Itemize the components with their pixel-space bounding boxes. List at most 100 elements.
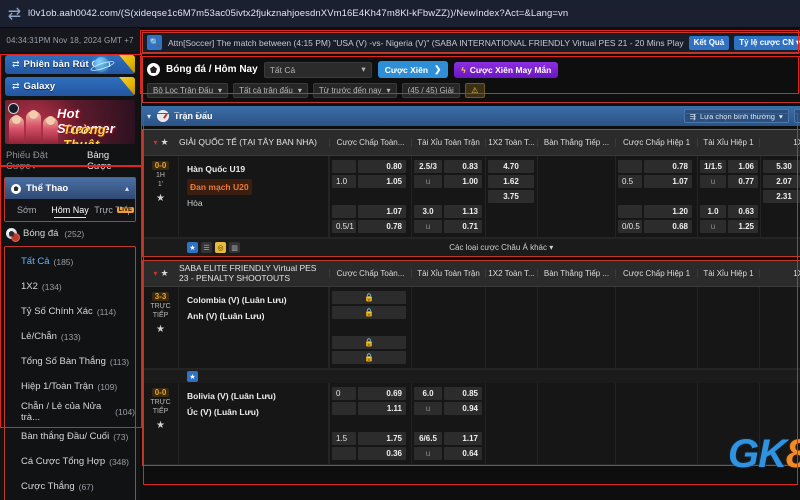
swap-icon: ⇄ [12, 59, 20, 69]
filter-match[interactable]: Bộ Lọc Trận Đấu ▾ [147, 83, 229, 98]
chevron-down-icon[interactable]: ▾ [147, 112, 151, 121]
row-option-select[interactable]: ☰ Hai Dòng▾ [793, 109, 800, 123]
odds-cell[interactable]: 0.85 [444, 387, 482, 400]
stats-icon[interactable]: ▥ [229, 242, 240, 253]
sidebar-item-count: (252) [64, 228, 85, 239]
star-icon[interactable]: ★ [187, 371, 198, 382]
col-ft-hdp: Cược Chấp Toàn... [329, 269, 411, 278]
odds-cell[interactable]: 0.83 [444, 160, 482, 173]
chevron-down-icon[interactable]: ▾ [153, 138, 157, 147]
odds-cell[interactable]: 0.63 [728, 205, 758, 218]
browser-address-bar[interactable]: ⇄ l0v1ob.aah0042.com/(S(xideqse1c6M7m53a… [0, 0, 800, 28]
odds-cell[interactable]: 1.07 [358, 205, 406, 218]
sidebar-item-correct-score[interactable]: Tỷ Số Chính Xác (114) [5, 299, 135, 324]
filter-all-matches[interactable]: Tất cả trận đấu ▾ [233, 83, 308, 98]
sidebar-button-lite-version[interactable]: ⇄ Phiên bản Rút Gọn [5, 55, 135, 74]
odds-cell[interactable]: 1.00 [444, 175, 482, 188]
sidebar-item-all[interactable]: Tất Cả (185) [5, 249, 135, 274]
odds-group-ft-ou-locked [411, 287, 485, 368]
filter-time-range[interactable]: Từ trước đến nay ▾ [312, 83, 397, 98]
odds-group-next-goal [537, 383, 615, 464]
sidebar-item-first-last-goal[interactable]: Bàn thắng Đầu/ Cuối (73) [5, 424, 135, 449]
lucky-parlay-button[interactable]: ϟ Cược Xiên May Mắn [454, 61, 559, 78]
star-icon[interactable]: ★ [156, 420, 165, 431]
sport-panel-header[interactable]: Thể Thao ▴ [5, 178, 135, 199]
view-option-select[interactable]: ⇶ Lựa chọn bình thường ▾ [683, 109, 789, 123]
warning-icon[interactable]: ⚠ [464, 83, 485, 98]
odds-cell[interactable]: 0.80 [358, 160, 406, 173]
sidebar-item-half-odd-even[interactable]: Chẵn / Lẻ của Nửa trà... (104) [5, 399, 135, 424]
filter-league-count[interactable]: (45 / 45) Giải [401, 83, 460, 98]
ou-line: u [700, 175, 726, 188]
odds-cell[interactable]: 0.68 [644, 220, 692, 233]
odds-cell[interactable]: 1.11 [358, 402, 406, 415]
result-button[interactable]: Kết Quả [688, 35, 730, 50]
team-home: Hàn Quốc U19 [187, 164, 246, 174]
star-icon[interactable]: ★ [160, 137, 168, 148]
odds-cell[interactable]: 4.70 [488, 160, 534, 173]
odds-cell[interactable]: 1.25 [728, 220, 758, 233]
match-score: 0-0 [151, 388, 170, 397]
star-icon[interactable]: ★ [187, 242, 198, 253]
odds-cell[interactable]: 0.78 [644, 160, 692, 173]
chevron-up-icon[interactable]: ▴ [125, 184, 129, 193]
tab-today[interactable]: Hôm Nay [48, 205, 91, 218]
tab-bet-list[interactable]: Bảng Cược [87, 150, 134, 172]
sidebar-item-outright[interactable]: Cược Thắng (67) [5, 474, 135, 499]
chevron-down-icon[interactable]: ▾ [153, 269, 157, 278]
sidebar-item-football[interactable]: Bóng đá (252) [0, 222, 140, 245]
odds-cell[interactable]: 1.17 [444, 432, 482, 445]
league-block-international: ▾ ★ GIẢI QUỐC TẾ (TẠI TÂY BAN NHA) Cược … [142, 129, 800, 257]
more-asian-bets-label[interactable]: Các loại cược Châu Á khác ▾ [143, 243, 800, 252]
odds-cell[interactable]: 2.31 [763, 190, 800, 203]
odds-cell[interactable]: 1.05 [358, 175, 406, 188]
odds-cell[interactable]: 2.07 [763, 175, 800, 188]
sidebar-item-ht-ft[interactable]: Hiệp 1/Toàn Trận (109) [5, 374, 135, 399]
parlay-button[interactable]: Cược Xiên ❯ [377, 61, 449, 78]
match-status: 0-0 1H 1' ★ [143, 156, 179, 237]
odds-cell[interactable]: 0.94 [444, 402, 482, 415]
sidebar-item-total-goals[interactable]: Tổng Số Bàn Thắng (113) [5, 349, 135, 374]
team-home: Colombia (V) (Luân Lưu) [187, 295, 287, 305]
odds-cell[interactable]: 1.06 [728, 160, 758, 173]
odds-cell[interactable]: 0.36 [358, 447, 406, 460]
league-header: ▾ ★ GIẢI QUỐC TẾ (TẠI TÂY BAN NHA) Cược … [143, 130, 800, 156]
league-select[interactable]: Tất Cả ▾ [263, 61, 372, 78]
odds-cell[interactable]: 0.71 [444, 220, 482, 233]
odds-cell[interactable]: 3.75 [488, 190, 534, 203]
odds-cell[interactable]: 1.13 [444, 205, 482, 218]
odds-cell[interactable]: 1.20 [644, 205, 692, 218]
odds-group-ft-1x2: 4.70 1.62 3.75 [485, 156, 537, 237]
promo-banner-hot-streamer[interactable]: Hot Streamer Tường Thuật [5, 100, 135, 144]
odds-cell[interactable]: 5.30 [763, 160, 800, 173]
sidebar-item-label: Bóng đá [23, 228, 59, 239]
star-icon[interactable]: ★ [160, 268, 168, 279]
odds-type-button[interactable]: Tỷ lệ cược CN ▾ [734, 35, 800, 50]
tab-live[interactable]: Trực Tiếp LIVE [92, 205, 135, 215]
sidebar-item-mix-parlay[interactable]: Cá Cược Tổng Hợp (348) [5, 449, 135, 474]
ou-line: 6.0 [414, 387, 442, 400]
team-draw: Hòa [187, 198, 203, 209]
league-header-controls: ▾ ★ [143, 130, 179, 155]
odds-cell[interactable]: 1.07 [644, 175, 692, 188]
list-icon[interactable]: ☰ [201, 242, 212, 253]
match-period: TRỰC [150, 399, 171, 406]
odds-cell[interactable]: 0.64 [444, 447, 482, 460]
tab-early[interactable]: Sớm [5, 205, 48, 215]
sidebar-item-1x2[interactable]: 1X2 (134) [5, 274, 135, 299]
odds-cell[interactable]: 0.69 [358, 387, 406, 400]
odds-cell[interactable]: 0.77 [728, 175, 758, 188]
odds-cell[interactable]: 1.62 [488, 175, 534, 188]
sidebar-item-odd-even[interactable]: Lẻ/Chẵn (133) [5, 324, 135, 349]
odds-cell[interactable]: 1.75 [358, 432, 406, 445]
star-icon[interactable]: ★ [156, 193, 165, 204]
search-icon[interactable]: 🔍 [147, 35, 162, 50]
odds-cell[interactable]: 0.78 [358, 220, 406, 233]
league-block-saba-penalty: ▾ ★ SABA ELITE FRIENDLY Virtual PES 23 -… [142, 260, 800, 466]
ou-line: u [414, 402, 442, 415]
coin-icon[interactable]: ◎ [215, 242, 226, 253]
sidebar-button-galaxy[interactable]: ⇄ Galaxy [5, 77, 135, 96]
url-text[interactable]: l0v1ob.aah0042.com/(S(xideqse1c6M7m53ac0… [28, 8, 568, 19]
star-icon[interactable]: ★ [156, 324, 165, 335]
tab-bet-slip[interactable]: Phiếu Đặt Cược ▾ [6, 150, 77, 172]
